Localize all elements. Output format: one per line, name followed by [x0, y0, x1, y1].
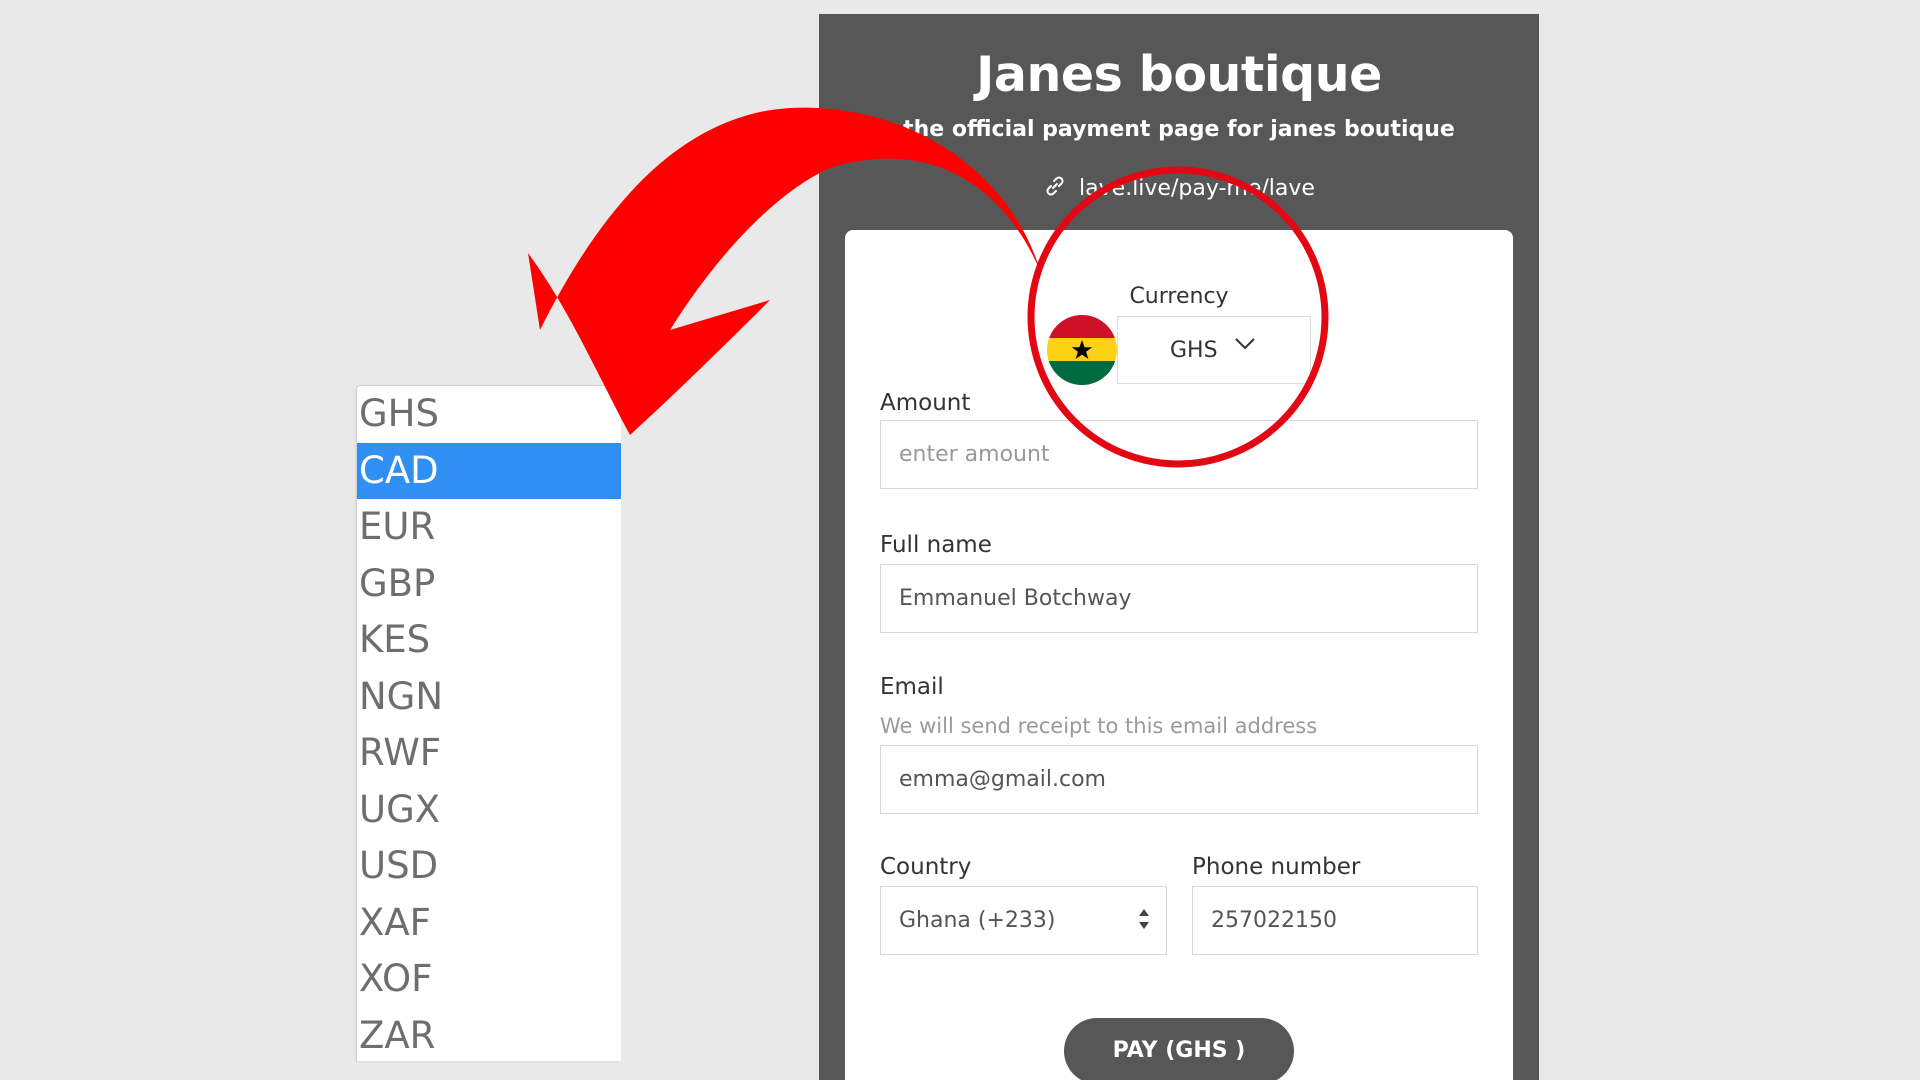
- pay-button[interactable]: PAY (GHS ): [1064, 1018, 1294, 1080]
- page-title: Janes boutique: [976, 46, 1382, 103]
- currency-option-usd[interactable]: USD: [357, 838, 621, 895]
- currency-option-ugx[interactable]: UGX: [357, 782, 621, 839]
- amount-placeholder: enter amount: [899, 442, 1050, 467]
- email-value: emma@gmail.com: [899, 767, 1106, 792]
- full-name-input[interactable]: Emmanuel Botchway: [880, 564, 1478, 633]
- currency-option-rwf[interactable]: RWF: [357, 725, 621, 782]
- amount-label: Amount: [880, 390, 971, 416]
- payment-link[interactable]: lave.live/pay-me/lave: [819, 174, 1539, 201]
- email-input[interactable]: emma@gmail.com: [880, 745, 1478, 814]
- page-subtitle: the official payment page for janes bout…: [903, 117, 1455, 142]
- email-label: Email: [880, 674, 944, 700]
- ghana-flag-icon: [1047, 315, 1117, 385]
- country-select[interactable]: Ghana (+233): [880, 886, 1167, 955]
- payment-form: Currency GHS Amount enter amount Full na…: [845, 230, 1513, 1080]
- currency-option-xaf[interactable]: XAF: [357, 895, 621, 952]
- email-hint: We will send receipt to this email addre…: [880, 714, 1318, 738]
- currency-label: Currency: [1129, 284, 1229, 309]
- currency-option-ngn[interactable]: NGN: [357, 669, 621, 726]
- country-value: Ghana (+233): [899, 908, 1056, 933]
- currency-option-zar[interactable]: ZAR: [357, 1008, 621, 1065]
- phone-label: Phone number: [1192, 854, 1361, 880]
- full-name-label: Full name: [880, 532, 992, 558]
- link-icon: [1046, 176, 1064, 196]
- currency-select-value: GHS: [1170, 338, 1218, 363]
- currency-option-ghs[interactable]: GHS: [357, 386, 621, 443]
- currency-option-eur[interactable]: EUR: [357, 499, 621, 556]
- currency-dropdown-list[interactable]: GHS CAD EUR GBP KES NGN RWF UGX USD XAF …: [356, 385, 621, 1061]
- country-label: Country: [880, 854, 972, 880]
- chevron-down-icon: [1235, 338, 1255, 350]
- select-arrows-icon: [1139, 909, 1149, 929]
- payment-page: Janes boutique the official payment page…: [819, 14, 1539, 1080]
- full-name-value: Emmanuel Botchway: [899, 586, 1132, 611]
- currency-option-cad[interactable]: CAD: [357, 442, 621, 499]
- currency-option-kes[interactable]: KES: [357, 612, 621, 669]
- currency-select[interactable]: GHS: [1117, 316, 1311, 384]
- phone-input[interactable]: 257022150: [1192, 886, 1478, 955]
- payment-link-text[interactable]: lave.live/pay-me/lave: [1079, 176, 1315, 201]
- phone-value: 257022150: [1211, 908, 1337, 933]
- amount-input[interactable]: enter amount: [880, 420, 1478, 489]
- currency-option-xof[interactable]: XOF: [357, 951, 621, 1008]
- currency-option-gbp[interactable]: GBP: [357, 556, 621, 613]
